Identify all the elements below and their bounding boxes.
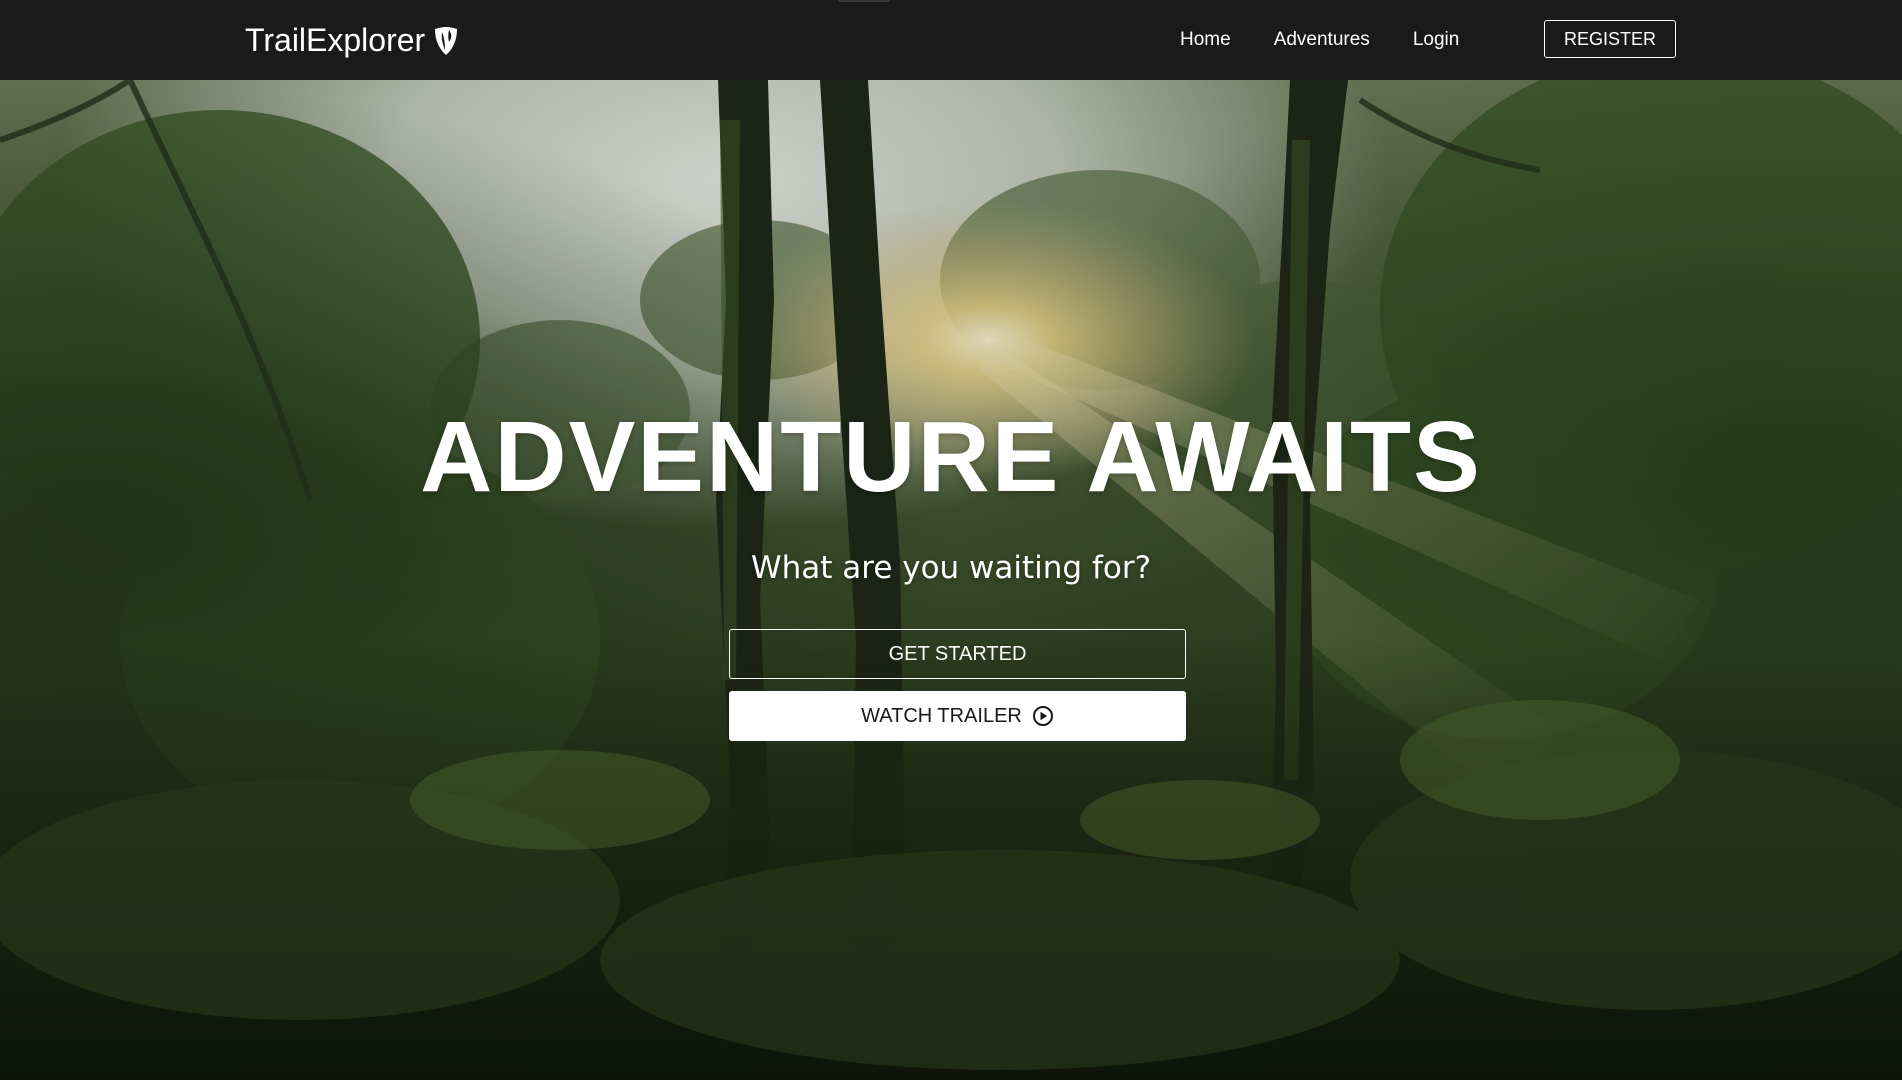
main-nav: Home Adventures Login <box>1180 26 1502 54</box>
hero-title: ADVENTURE AWAITS <box>420 401 1482 513</box>
get-started-button[interactable]: GET STARTED <box>729 629 1186 679</box>
nav-home-link[interactable]: Home <box>1180 26 1231 54</box>
hero-section: ADVENTURE AWAITS What are you waiting fo… <box>0 80 1902 1080</box>
hero-subtitle: What are you waiting for? <box>750 550 1152 586</box>
top-edge-tab <box>838 0 890 2</box>
get-started-label: GET STARTED <box>888 642 1027 665</box>
brand-logo-link[interactable]: TrailExplorer <box>245 20 459 60</box>
brand-name: TrailExplorer <box>245 22 426 58</box>
top-navbar: TrailExplorer Home Adventures Login REGI… <box>0 0 1902 80</box>
landing-page: TrailExplorer Home Adventures Login REGI… <box>0 0 1902 1080</box>
nav-login-link[interactable]: Login <box>1413 26 1460 54</box>
play-circle-icon <box>1032 705 1054 727</box>
watch-trailer-button[interactable]: WATCH TRAILER <box>729 691 1186 741</box>
register-button[interactable]: REGISTER <box>1544 20 1676 58</box>
watch-trailer-label: WATCH TRAILER <box>861 704 1022 727</box>
nav-adventures-link[interactable]: Adventures <box>1274 26 1370 54</box>
shield-leaf-icon <box>433 25 459 55</box>
